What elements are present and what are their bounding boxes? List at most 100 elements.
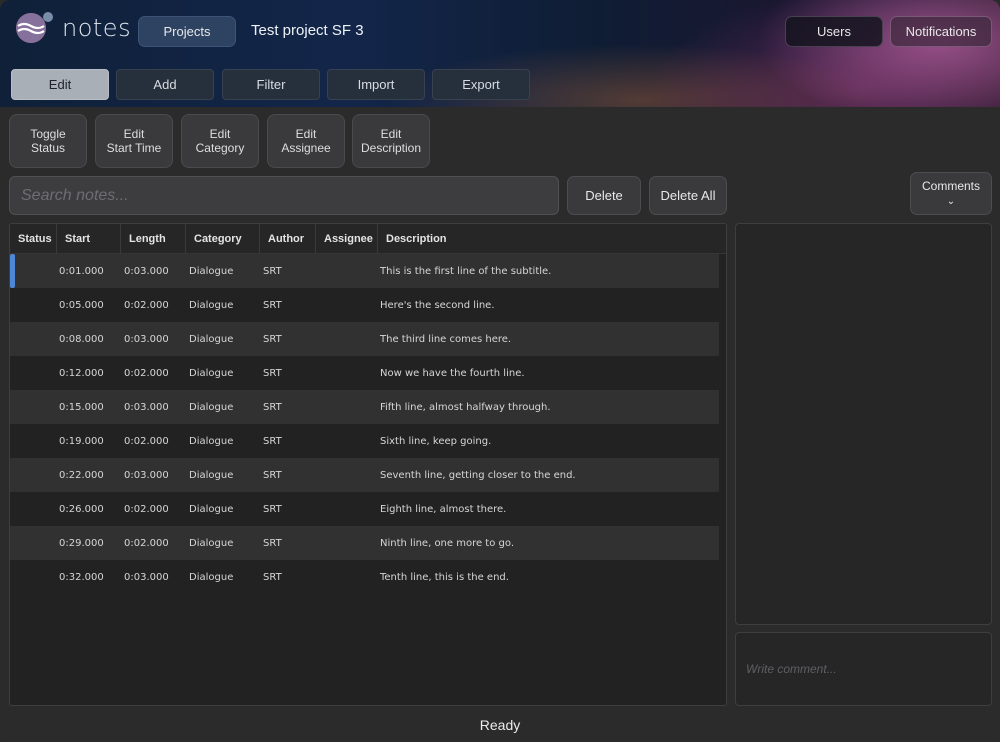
cell-description: Eighth line, almost there. xyxy=(380,503,507,515)
edit-assignee-label-2: Assignee xyxy=(281,141,331,155)
table-row[interactable]: 0:12.000 0:02.000 Dialogue SRT Now we have t… xyxy=(10,356,719,390)
users-button[interactable]: Users xyxy=(785,16,883,47)
cell-description: Now we have the fourth line. xyxy=(380,367,525,379)
edit-category-label-2: Category xyxy=(195,141,245,155)
project-title: Test project SF 3 xyxy=(251,22,364,39)
edit-assignee-button[interactable]: Edit Assignee xyxy=(267,114,345,168)
tab-filter[interactable]: Filter xyxy=(222,69,320,100)
cell-category: Dialogue xyxy=(189,299,234,311)
cell-author: SRT xyxy=(263,537,282,549)
notes-table: Status Start Length Category Author Assi… xyxy=(9,223,727,706)
delete-all-button[interactable]: Delete All xyxy=(649,176,727,215)
table-row[interactable]: 0:29.000 0:02.000 Dialogue SRT Ninth line, o… xyxy=(10,526,719,560)
edit-start-time-label-1: Edit xyxy=(123,127,145,141)
cell-author: SRT xyxy=(263,401,282,413)
cell-start: 0:22.000 xyxy=(59,469,104,481)
column-header-assignee[interactable]: Assignee xyxy=(316,224,378,254)
edit-description-label-1: Edit xyxy=(380,127,402,141)
toggle-status-label-2: Status xyxy=(30,141,66,155)
column-header-author[interactable]: Author xyxy=(260,224,316,254)
tab-import[interactable]: Import xyxy=(327,69,425,100)
header: notes Projects Test project SF 3 Users N… xyxy=(0,0,1000,107)
cell-start: 0:05.000 xyxy=(59,299,104,311)
table-row[interactable]: 0:26.000 0:02.000 Dialogue SRT Eighth line, … xyxy=(10,492,719,526)
cell-start: 0:08.000 xyxy=(59,333,104,345)
cell-length: 0:03.000 xyxy=(124,571,169,583)
table-row[interactable]: 0:15.000 0:03.000 Dialogue SRT Fifth line, a… xyxy=(10,390,719,424)
cell-start: 0:15.000 xyxy=(59,401,104,413)
cell-description: Here's the second line. xyxy=(380,299,495,311)
cell-description: The third line comes here. xyxy=(380,333,512,345)
tab-edit[interactable]: Edit xyxy=(11,69,109,100)
projects-button[interactable]: Projects xyxy=(138,16,236,47)
cell-start: 0:19.000 xyxy=(59,435,104,447)
cell-author: SRT xyxy=(263,333,282,345)
cell-category: Dialogue xyxy=(189,537,234,549)
cell-start: 0:12.000 xyxy=(59,367,104,379)
cell-category: Dialogue xyxy=(189,367,234,379)
cell-author: SRT xyxy=(263,435,282,447)
cell-description: Tenth line, this is the end. xyxy=(380,571,509,583)
cell-length: 0:03.000 xyxy=(124,469,169,481)
table-row[interactable]: 0:08.000 0:03.000 Dialogue SRT The third lin… xyxy=(10,322,719,356)
cell-start: 0:32.000 xyxy=(59,571,104,583)
cell-length: 0:02.000 xyxy=(124,503,169,515)
edit-assignee-label-1: Edit xyxy=(295,127,317,141)
edit-start-time-button[interactable]: Edit Start Time xyxy=(95,114,173,168)
table-row[interactable]: 0:01.000 0:03.000 Dialogue SRT This is the f… xyxy=(10,254,719,288)
cell-start: 0:29.000 xyxy=(59,537,104,549)
cell-category: Dialogue xyxy=(189,401,234,413)
cell-category: Dialogue xyxy=(189,333,234,345)
tab-add[interactable]: Add xyxy=(116,69,214,100)
selection-indicator xyxy=(10,254,15,288)
cell-start: 0:01.000 xyxy=(59,265,104,277)
cell-description: Fifth line, almost halfway through. xyxy=(380,401,551,413)
table-row[interactable]: 0:32.000 0:03.000 Dialogue SRT Tenth line, t… xyxy=(10,560,719,594)
column-header-length[interactable]: Length xyxy=(121,224,186,254)
cell-author: SRT xyxy=(263,265,282,277)
comments-panel xyxy=(735,223,992,625)
cell-length: 0:03.000 xyxy=(124,401,169,413)
cell-author: SRT xyxy=(263,571,282,583)
column-header-start[interactable]: Start xyxy=(57,224,121,254)
toggle-status-label-1: Toggle xyxy=(30,127,66,141)
edit-category-button[interactable]: Edit Category xyxy=(181,114,259,168)
cell-length: 0:03.000 xyxy=(124,333,169,345)
cell-description: Seventh line, getting closer to the end. xyxy=(380,469,576,481)
table-row[interactable]: 0:05.000 0:02.000 Dialogue SRT Here's the se… xyxy=(10,288,719,322)
comment-input[interactable] xyxy=(735,632,992,706)
cell-length: 0:02.000 xyxy=(124,537,169,549)
cell-length: 0:02.000 xyxy=(124,435,169,447)
comments-label: Comments xyxy=(921,178,980,193)
column-header-category[interactable]: Category xyxy=(186,224,260,254)
comments-button[interactable]: Comments ⌄ xyxy=(910,172,992,215)
cell-description: Ninth line, one more to go. xyxy=(380,537,514,549)
toggle-status-button[interactable]: Toggle Status xyxy=(9,114,87,168)
column-header-description[interactable]: Description xyxy=(378,224,726,254)
table-row[interactable]: 0:22.000 0:03.000 Dialogue SRT Seventh line,… xyxy=(10,458,719,492)
cell-description: Sixth line, keep going. xyxy=(380,435,492,447)
delete-button[interactable]: Delete xyxy=(567,176,641,215)
cell-start: 0:26.000 xyxy=(59,503,104,515)
app-window: notes Projects Test project SF 3 Users N… xyxy=(0,0,1000,742)
chevron-down-icon: ⌄ xyxy=(946,195,956,207)
tab-export[interactable]: Export xyxy=(432,69,530,100)
edit-description-button[interactable]: Edit Description xyxy=(352,114,430,168)
search-input[interactable] xyxy=(9,176,559,215)
edit-start-time-label-2: Start Time xyxy=(106,141,162,155)
app-name: notes xyxy=(62,14,132,42)
status-bar: Ready xyxy=(479,717,521,733)
cell-category: Dialogue xyxy=(189,435,234,447)
cell-category: Dialogue xyxy=(189,571,234,583)
cell-author: SRT xyxy=(263,503,282,515)
cell-category: Dialogue xyxy=(189,503,234,515)
cell-author: SRT xyxy=(263,367,282,379)
column-header-status[interactable]: Status xyxy=(10,224,57,254)
table-row[interactable]: 0:19.000 0:02.000 Dialogue SRT Sixth line, k… xyxy=(10,424,719,458)
cell-length: 0:03.000 xyxy=(124,265,169,277)
notifications-button[interactable]: Notifications xyxy=(890,16,992,47)
cell-length: 0:02.000 xyxy=(124,367,169,379)
app-logo-icon xyxy=(16,12,53,43)
cell-length: 0:02.000 xyxy=(124,299,169,311)
cell-description: This is the first line of the subtitle. xyxy=(380,265,552,277)
